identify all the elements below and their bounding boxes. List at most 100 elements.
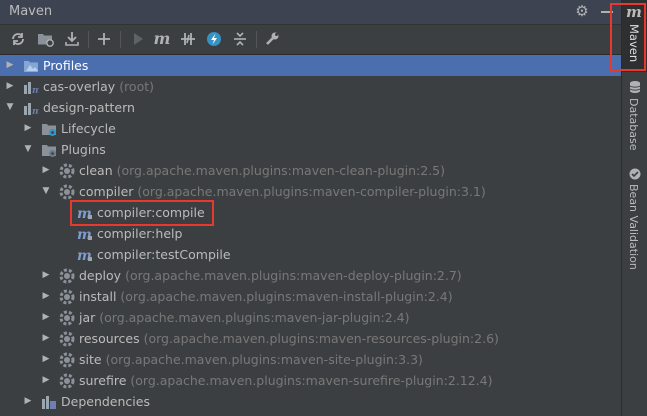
tree-item-label: Dependencies — [61, 394, 150, 409]
maven-project-icon: m — [23, 79, 42, 96]
tree-item-label: resources — [79, 331, 140, 346]
expand-arrow-icon[interactable]: ▶ — [41, 286, 51, 307]
tree-item-suffix: (org.apache.maven.plugins:maven-surefire… — [130, 373, 493, 388]
tree-item-label: compiler:compile — [97, 205, 205, 220]
sidebar-tab-label: Maven — [627, 24, 641, 63]
plugin-gear-icon — [59, 373, 75, 389]
maven-projects-tree: ▶ Profiles ▶ m cas-overlay (root) ▼ m de… — [0, 55, 621, 416]
tree-item-suffix: (org.apache.maven.plugins:maven-compiler… — [137, 184, 486, 199]
svg-text:m: m — [32, 107, 39, 116]
profiles-folder-icon — [23, 58, 39, 74]
gear-icon[interactable]: ⚙ — [574, 3, 590, 19]
maven-goal-icon: m — [77, 226, 93, 243]
tool-window-title: Maven — [9, 4, 53, 19]
maven-goal-icon: m — [77, 205, 93, 222]
tree-item-suffix: (org.apache.maven.plugins:maven-install-… — [120, 289, 453, 304]
plugins-folder-icon — [41, 142, 57, 158]
tree-item-suffix: (org.apache.maven.plugins:maven-jar-plug… — [99, 310, 410, 325]
maven-icon: m — [626, 3, 642, 21]
expand-arrow-icon[interactable]: ▶ — [41, 265, 51, 286]
download-icon[interactable] — [62, 29, 82, 49]
tree-item-plugin-surefire[interactable]: ▶ surefire (org.apache.maven.plugins:mav… — [0, 370, 621, 391]
tree-item-plugin-deploy[interactable]: ▶ deploy (org.apache.maven.plugins:maven… — [0, 265, 621, 286]
maven-toolbar: m — [0, 25, 621, 55]
tree-item-label: Plugins — [61, 142, 106, 157]
tree-item-plugin-resources[interactable]: ▶ resources (org.apache.maven.plugins:ma… — [0, 328, 621, 349]
tree-item-suffix: (org.apache.maven.plugins:maven-resource… — [143, 331, 499, 346]
add-icon[interactable] — [94, 29, 114, 49]
maven-tool-window: Maven ⚙ m ▶ Profiles ▶ cas-overlay (root… — [0, 0, 621, 416]
tree-item-label: install — [79, 289, 117, 304]
tree-item-suffix: (org.apache.maven.plugins:maven-deploy-p… — [125, 268, 462, 283]
expand-arrow-icon[interactable]: ▶ — [41, 349, 51, 370]
expand-arrow-icon[interactable]: ▶ — [41, 328, 51, 349]
sidebar-tab-database[interactable]: Database — [622, 78, 647, 158]
skip-tests-icon[interactable] — [204, 29, 224, 49]
right-tool-window-bar: m Maven Database Bean Validation — [610, 0, 647, 416]
tree-item-goal-testcompile[interactable]: m compiler:testCompile — [0, 244, 621, 265]
svg-text:m: m — [32, 86, 39, 95]
expand-arrow-icon[interactable]: ▶ — [5, 76, 15, 97]
tree-item-suffix: (root) — [119, 79, 155, 94]
dependencies-icon — [41, 394, 57, 410]
minimize-icon[interactable] — [601, 11, 613, 13]
tree-item-label: clean — [79, 163, 113, 178]
tree-item-plugin-clean[interactable]: ▶ clean (org.apache.maven.plugins:maven-… — [0, 160, 621, 181]
plugin-gear-icon — [59, 268, 75, 284]
tree-item-label: surefire — [79, 373, 127, 388]
tree-item-plugin-site[interactable]: ▶ site (org.apache.maven.plugins:maven-s… — [0, 349, 621, 370]
sidebar-tab-maven[interactable]: m Maven — [622, 0, 647, 72]
expand-arrow-icon[interactable]: ▶ — [41, 307, 51, 328]
reimport-icon[interactable] — [8, 29, 28, 49]
tree-item-suffix: (org.apache.maven.plugins:maven-clean-pl… — [116, 163, 445, 178]
sidebar-tab-label: Database — [627, 98, 640, 151]
database-icon — [629, 80, 641, 97]
maven-project-icon: m — [23, 100, 42, 117]
tree-item-label: Profiles — [43, 58, 89, 73]
settings-wrench-icon[interactable] — [262, 29, 282, 49]
tree-item-goal-help[interactable]: m compiler:help — [0, 223, 621, 244]
plugin-gear-icon — [59, 163, 75, 179]
collapse-arrow-icon[interactable]: ▼ — [5, 97, 15, 118]
tree-item-design-pattern[interactable]: ▼ m design-pattern — [0, 97, 621, 118]
tree-item-goal-compile[interactable]: m compiler:compile — [0, 202, 621, 223]
run-icon[interactable] — [128, 29, 148, 49]
tree-item-label: compiler — [79, 184, 134, 199]
plugin-gear-icon — [59, 331, 75, 347]
tree-item-suffix: (org.apache.maven.plugins:maven-site-plu… — [105, 352, 423, 367]
tree-item-cas-overlay[interactable]: ▶ m cas-overlay (root) — [0, 76, 621, 97]
sidebar-tab-bean-validation[interactable]: Bean Validation — [622, 166, 647, 276]
expand-arrow-icon[interactable]: ▶ — [23, 118, 33, 139]
sidebar-tab-label: Bean Validation — [627, 184, 640, 270]
collapse-all-icon[interactable] — [230, 29, 250, 49]
tree-item-plugin-jar[interactable]: ▶ jar (org.apache.maven.plugins:maven-ja… — [0, 307, 621, 328]
tree-item-profiles[interactable]: ▶ Profiles — [0, 55, 621, 76]
tree-item-lifecycle[interactable]: ▶ Lifecycle — [0, 118, 621, 139]
execute-goal-icon[interactable]: m — [152, 29, 172, 49]
plugin-gear-icon — [59, 310, 75, 326]
collapse-arrow-icon[interactable]: ▼ — [23, 139, 33, 160]
maven-goal-icon: m — [77, 247, 93, 264]
collapse-arrow-icon[interactable]: ▼ — [41, 181, 51, 202]
plugin-gear-icon — [59, 184, 75, 200]
expand-arrow-icon[interactable]: ▶ — [5, 55, 15, 76]
tree-item-label: jar — [79, 310, 96, 325]
tree-item-label: site — [79, 352, 102, 367]
tree-item-dependencies[interactable]: ▶ Dependencies — [0, 391, 621, 412]
tree-item-label: compiler:testCompile — [97, 247, 231, 262]
tree-item-label: cas-overlay — [43, 79, 116, 94]
expand-arrow-icon[interactable]: ▶ — [23, 391, 33, 412]
expand-arrow-icon[interactable]: ▶ — [41, 370, 51, 391]
tree-item-plugin-compiler[interactable]: ▼ compiler (org.apache.maven.plugins:mav… — [0, 181, 621, 202]
tree-item-label: design-pattern — [43, 100, 135, 115]
expand-arrow-icon[interactable]: ▶ — [41, 160, 51, 181]
tree-item-plugin-install[interactable]: ▶ install (org.apache.maven.plugins:mave… — [0, 286, 621, 307]
tool-window-header: Maven ⚙ — [0, 0, 621, 25]
generate-sources-icon[interactable] — [36, 29, 56, 49]
plugin-gear-icon — [59, 289, 75, 305]
toggle-offline-icon[interactable] — [178, 29, 198, 49]
bean-validation-icon — [629, 168, 641, 183]
tree-item-label: deploy — [79, 268, 122, 283]
tree-item-plugins[interactable]: ▼ Plugins — [0, 139, 621, 160]
tree-item-label: compiler:help — [97, 226, 183, 241]
